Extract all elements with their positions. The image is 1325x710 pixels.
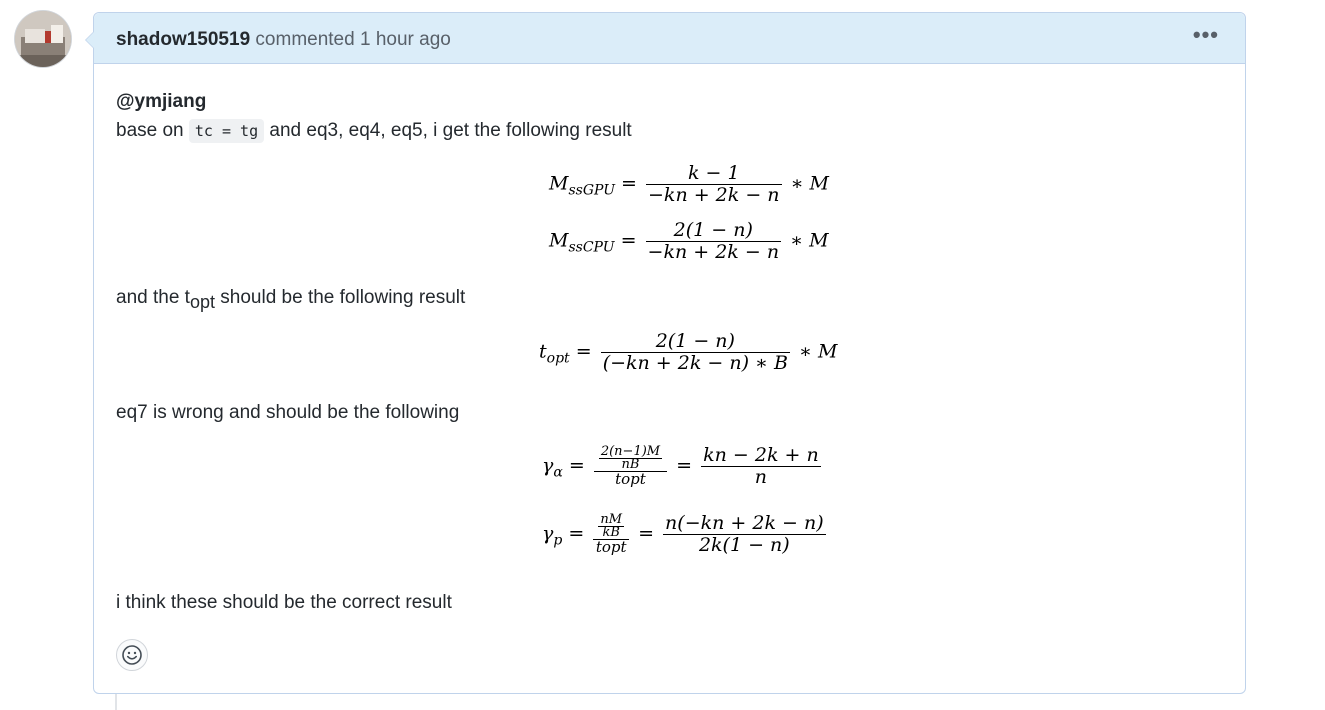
paragraph-1: base on tc = tg and eq3, eq4, eq5, i get…: [116, 119, 632, 143]
paragraph-1-prefix: base on: [116, 120, 184, 141]
eq5-outer-numerator: nM kB: [593, 513, 630, 540]
eq5-equals: =: [568, 522, 585, 545]
avatar-image: [15, 11, 71, 67]
eq1-lhs: M: [549, 172, 569, 195]
eq1-fraction: k − 1 −kn + 2k − n: [646, 163, 782, 206]
eq2-lhs-sub: ssCPU: [568, 239, 615, 256]
eq3-lhs-sub: opt: [546, 350, 570, 367]
eq2-tail: ∗ M: [790, 229, 829, 252]
eq4-equals: =: [568, 454, 585, 477]
smiley-icon: [122, 645, 142, 665]
paragraph-2: and the topt should be the following res…: [116, 287, 465, 313]
comment-header: shadow150519 commented 1 hour ago •••: [94, 13, 1245, 64]
eq3-tail: ∗ M: [799, 340, 838, 363]
comment-caret-fill: [86, 32, 94, 48]
paragraph-2-suffix: should be the following result: [220, 287, 466, 308]
eq1-lhs-sub: ssGPU: [568, 182, 615, 199]
mention-line: @ymjiang: [116, 91, 206, 113]
eq3-lhs: t: [539, 340, 547, 363]
eq5-lhs: γ: [542, 522, 554, 545]
eq4-rhs-numerator: kn − 2k + n: [701, 444, 821, 467]
mention-link[interactable]: @ymjiang: [116, 91, 206, 112]
eq4-lhs-sub: α: [553, 464, 563, 481]
eq5-lhs-sub: p: [553, 532, 563, 549]
comment-header-text: shadow150519 commented 1 hour ago: [116, 29, 451, 51]
equation-4: γα = 2(n−1)M nB topt = kn − 2k + n n: [542, 445, 824, 488]
eq2-lhs: M: [549, 229, 569, 252]
equation-1: MssGPU = k − 1 −kn + 2k − n ∗ M: [549, 163, 829, 206]
eq2-equals: =: [620, 229, 637, 252]
eq5-equals-2: =: [638, 522, 654, 545]
avatar[interactable]: [15, 11, 71, 67]
eq1-numerator: k − 1: [646, 163, 782, 185]
eq4-inner-fraction: 2(n−1)M nB: [598, 445, 663, 471]
equation-3: topt = 2(1 − n) (−kn + 2k − n) ∗ B ∗ M: [539, 331, 837, 374]
eq2-denominator: −kn + 2k − n: [647, 241, 780, 263]
eq1-denominator: −kn + 2k − n: [648, 184, 780, 206]
paragraph-4: i think these should be the correct resu…: [116, 592, 452, 613]
author-link[interactable]: shadow150519: [116, 29, 250, 50]
paragraph-1-suffix: and eq3, eq4, eq5, i get the following r…: [269, 120, 632, 141]
eq2-numerator: 2(1 − n): [645, 220, 782, 242]
eq5-outer-denominator: topt: [595, 538, 627, 556]
eq3-numerator: 2(1 − n): [600, 331, 790, 353]
paragraph-2-prefix: and the t: [116, 287, 190, 308]
eq1-tail: ∗ M: [790, 172, 829, 195]
comment-action: commented: [255, 29, 355, 50]
eq5-outer-fraction: nM kB topt: [593, 513, 630, 556]
eq5-rhs-denominator: 2k(1 − n): [698, 534, 790, 556]
eq5-rhs-fraction: n(−kn + 2k − n) 2k(1 − n): [663, 513, 826, 556]
eq4-outer-fraction: 2(n−1)M nB topt: [593, 445, 668, 488]
eq1-equals: =: [621, 172, 637, 195]
equation-5: γp = nM kB topt = n(−kn + 2k − n) 2k(1 −…: [542, 513, 829, 556]
eq3-denominator: (−kn + 2k − n) ∗ B: [602, 352, 788, 374]
equation-2: MssCPU = 2(1 − n) −kn + 2k − n ∗ M: [549, 220, 829, 263]
eq3-equals: =: [575, 340, 592, 363]
more-options-icon[interactable]: •••: [1193, 24, 1219, 46]
eq4-outer-denominator: topt: [615, 470, 646, 488]
comment-box: shadow150519 commented 1 hour ago ••• @y…: [85, 12, 1246, 694]
eq5-inner-fraction: nM kB: [598, 513, 625, 539]
eq2-fraction: 2(1 − n) −kn + 2k − n: [645, 220, 782, 263]
paragraph-3: eq7 is wrong and should be the following: [116, 402, 460, 423]
eq5-rhs-numerator: n(−kn + 2k − n): [663, 512, 826, 535]
inline-code: tc = tg: [188, 119, 265, 143]
eq4-lhs: γ: [542, 454, 554, 477]
eq4-outer-numerator: 2(n−1)M nB: [593, 445, 668, 472]
eq4-rhs-denominator: n: [754, 466, 768, 488]
comment-time[interactable]: 1 hour ago: [360, 29, 451, 50]
eq4-equals-2: =: [676, 454, 693, 477]
eq3-fraction: 2(1 − n) (−kn + 2k − n) ∗ B: [600, 331, 790, 374]
eq4-rhs-fraction: kn − 2k + n n: [701, 445, 821, 488]
add-reaction-button[interactable]: [116, 639, 148, 671]
paragraph-2-subscript: opt: [189, 292, 215, 312]
